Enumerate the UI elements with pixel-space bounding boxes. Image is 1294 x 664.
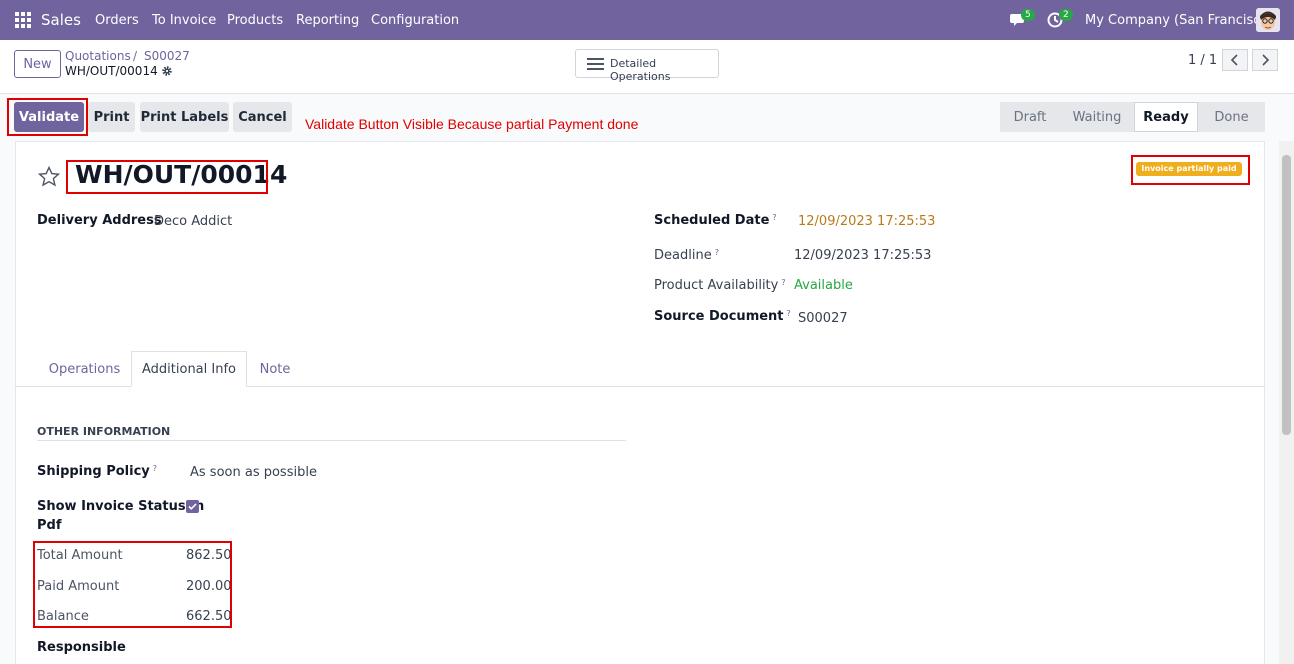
stage-done[interactable]: Done: [1198, 102, 1265, 132]
hamburger-icon: [587, 58, 604, 70]
total-amount-value: 862.50: [186, 548, 232, 563]
paid-amount-label: Paid Amount: [37, 579, 120, 594]
favorite-star-icon[interactable]: [38, 166, 60, 188]
invoice-status-ribbon: Invoice partially paid: [1136, 162, 1242, 176]
help-tooltip-icon[interactable]: ?: [715, 248, 719, 257]
detailed-operations-label: Detailed Operations: [610, 57, 671, 83]
control-panel: New Quotations / S00027 WH/OUT/00014 Det…: [0, 40, 1294, 94]
menu-products[interactable]: Products: [227, 13, 283, 28]
menu-reporting[interactable]: Reporting: [296, 13, 359, 28]
print-labels-button[interactable]: Print Labels: [140, 102, 229, 132]
delivery-address-value[interactable]: Deco Addict: [154, 214, 232, 229]
chevron-right-icon: [1262, 54, 1270, 66]
deadline-label: Deadline?: [654, 248, 719, 263]
action-bar: Validate Print Print Labels Cancel Valid…: [0, 94, 1294, 140]
product-availability-label-text: Product Availability: [654, 278, 779, 293]
deadline-label-text: Deadline: [654, 248, 712, 263]
stage-ready[interactable]: Ready: [1134, 102, 1198, 132]
validate-button[interactable]: Validate: [14, 102, 84, 132]
scrollbar[interactable]: [1279, 141, 1294, 664]
new-button[interactable]: New: [14, 50, 61, 78]
source-document-label: Source Document?: [654, 309, 791, 324]
source-document-label-text: Source Document: [654, 309, 784, 324]
scheduled-date-label: Scheduled Date?: [654, 213, 777, 228]
statusbar: Draft Waiting Ready Done: [1000, 102, 1265, 132]
total-amount-label: Total Amount: [37, 548, 123, 563]
balance-value: 662.50: [186, 609, 232, 624]
product-availability-value: Available: [794, 278, 853, 293]
help-tooltip-icon[interactable]: ?: [787, 309, 791, 318]
balance-label: Balance: [37, 609, 89, 624]
breadcrumb-quotations[interactable]: Quotations: [65, 49, 131, 63]
apps-grid-icon[interactable]: [15, 12, 31, 28]
app-name[interactable]: Sales: [41, 11, 81, 29]
company-switcher[interactable]: My Company (San Francisco): [1085, 13, 1273, 28]
detailed-operations-button[interactable]: Detailed Operations: [575, 49, 719, 83]
tab-additional-info[interactable]: Additional Info: [131, 351, 247, 387]
checkmark-icon: [188, 503, 197, 510]
breadcrumb-current: WH/OUT/00014: [65, 64, 158, 78]
breadcrumb-order[interactable]: S00027: [144, 49, 190, 63]
menu-to-invoice[interactable]: To Invoice: [152, 13, 216, 28]
scheduled-date-label-text: Scheduled Date: [654, 213, 770, 228]
shipping-policy-value[interactable]: As soon as possible: [190, 465, 317, 480]
chevron-left-icon: [1230, 54, 1238, 66]
record-title[interactable]: WH/OUT/00014: [75, 160, 287, 189]
help-tooltip-icon[interactable]: ?: [781, 278, 785, 287]
help-tooltip-icon[interactable]: ?: [153, 464, 157, 473]
tab-operations[interactable]: Operations: [40, 351, 129, 387]
shipping-policy-label: Shipping Policy?: [37, 464, 157, 479]
scheduled-date-value[interactable]: 12/09/2023 17:25:53: [798, 214, 935, 229]
activities-badge: 2: [1059, 9, 1073, 21]
notebook-tabs: Operations Additional Info Note: [15, 351, 1265, 387]
pager-previous-button[interactable]: [1222, 49, 1248, 71]
pager-next-button[interactable]: [1252, 49, 1278, 71]
shipping-policy-label-text: Shipping Policy: [37, 464, 150, 479]
stage-draft[interactable]: Draft: [1000, 102, 1060, 132]
print-button[interactable]: Print: [88, 102, 135, 132]
tab-note[interactable]: Note: [249, 351, 301, 387]
responsible-label: Responsible: [37, 640, 126, 655]
help-tooltip-icon[interactable]: ?: [772, 213, 776, 222]
menu-orders[interactable]: Orders: [95, 13, 139, 28]
cancel-button[interactable]: Cancel: [233, 102, 292, 132]
breadcrumb-separator: /: [133, 49, 138, 63]
source-document-value[interactable]: S00027: [798, 311, 848, 326]
deadline-value: 12/09/2023 17:25:53: [794, 248, 932, 263]
user-avatar[interactable]: [1256, 8, 1280, 32]
messages-badge: 5: [1021, 9, 1035, 21]
delivery-address-label: Delivery Address: [37, 213, 162, 228]
product-availability-label: Product Availability?: [654, 278, 786, 293]
pager-value[interactable]: 1 / 1: [1188, 53, 1217, 68]
annotation-note: Validate Button Visible Because partial …: [305, 116, 639, 132]
menu-configuration[interactable]: Configuration: [371, 13, 459, 28]
top-navbar: Sales Orders To Invoice Products Reporti…: [0, 0, 1294, 40]
stage-waiting[interactable]: Waiting: [1060, 102, 1134, 132]
show-invoice-status-label-line1: Show Invoice Status In: [37, 499, 205, 514]
scroll-thumb[interactable]: [1282, 155, 1291, 435]
section-title-other-information: OTHER INFORMATION: [37, 425, 171, 438]
paid-amount-value: 200.00: [186, 579, 232, 594]
show-invoice-status-label-line2: Pdf: [37, 518, 62, 533]
gear-icon[interactable]: [161, 65, 173, 77]
show-invoice-status-checkbox[interactable]: [186, 500, 199, 513]
section-divider: [37, 440, 626, 441]
